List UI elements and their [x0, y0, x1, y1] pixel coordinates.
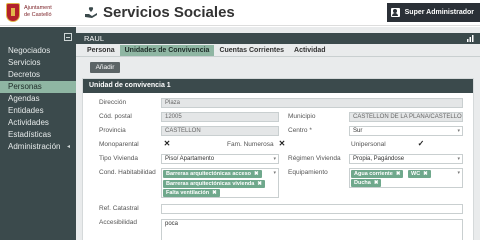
municipio-label: Municipio	[288, 113, 316, 120]
chip-wc[interactable]: WC ✖	[408, 170, 431, 178]
chevron-down-icon: ▾	[457, 128, 460, 134]
chevron-down-icon: ▾	[273, 170, 276, 176]
add-button[interactable]: Añadir	[90, 62, 120, 73]
sidebar-item-servicios[interactable]: Servicios	[0, 57, 76, 69]
close-icon[interactable]: ✖	[396, 171, 401, 177]
tab-unidades-convivencia[interactable]: Unidades de Convivencia	[119, 45, 215, 56]
tab-divider	[76, 56, 480, 57]
chip-barreras-acceso[interactable]: Barreras arquitectónicas acceso ✖	[163, 170, 262, 178]
cod-postal-label: Cód. postal	[99, 113, 132, 120]
close-icon[interactable]: ✖	[254, 171, 259, 177]
cond-habitabilidad-label: Cond. Habitabilidad	[99, 169, 156, 176]
close-icon[interactable]: ✖	[257, 181, 262, 187]
chip-barreras-vivienda[interactable]: Barreras arquitectónicas vivienda ✖	[163, 180, 265, 188]
sidebar-nav: Negociados Servicios Decretos Personas A…	[0, 45, 76, 153]
logo-text: Ajuntament de Castelló	[24, 5, 52, 19]
unipersonal-checkbox[interactable]: ✓	[417, 140, 425, 148]
municipio-field[interactable]: CASTELLON DE LA PLANA/CASTELLO DE LA P	[349, 112, 463, 122]
household-unit-panel: Unidad de convivencia 1 Dirección Plaza …	[82, 78, 474, 240]
centro-label: Centro *	[288, 127, 312, 134]
equipamiento-label: Equipamiento	[288, 169, 328, 176]
tab-persona[interactable]: Persona	[82, 45, 120, 56]
chip-label: Barreras arquitectónicas vivienda	[166, 181, 255, 187]
sidebar-item-entidades[interactable]: Entidades	[0, 105, 76, 117]
tab-bar: Persona Unidades de Convivencia Cuentas …	[82, 45, 331, 56]
app-header: Ajuntament de Castelló Servicios Sociale…	[0, 0, 480, 26]
user-menu[interactable]: Super Administrador	[386, 3, 480, 22]
cod-postal-field[interactable]: 12005	[161, 112, 279, 122]
chevron-down-icon: ▾	[457, 170, 460, 176]
user-label: Super Administrador	[404, 9, 474, 16]
unipersonal-label: Unipersonal	[351, 141, 386, 148]
chip-label: WC	[411, 171, 421, 177]
sidebar-item-personas[interactable]: Personas	[0, 81, 76, 93]
chip-label: Barreras arquitectónicas acceso	[166, 171, 251, 177]
provincia-field[interactable]: CASTELLON	[161, 126, 279, 136]
sidebar-item-label: Administración	[8, 142, 61, 151]
panel-title: Unidad de convivencia 1	[83, 79, 473, 93]
app-title: Servicios Sociales	[103, 4, 235, 21]
tab-actividad[interactable]: Actividad	[289, 45, 331, 56]
accesibilidad-label: Accesibilidad	[99, 219, 137, 226]
chevron-down-icon: ▾	[273, 156, 276, 162]
fam-numerosa-checkbox[interactable]: ✕	[278, 140, 286, 148]
chart-icon[interactable]	[467, 35, 474, 42]
person-name-bar: RAUL	[76, 33, 480, 44]
sidebar-item-actividades[interactable]: Actividades	[0, 117, 76, 129]
main-content: RAUL Persona Unidades de Convivencia Cue…	[76, 27, 480, 240]
sidebar-item-negociados[interactable]: Negociados	[0, 45, 76, 57]
monoparental-label: Monoparental	[99, 141, 139, 148]
logo-text-line1: Ajuntament	[24, 5, 52, 11]
collapse-sidebar-icon[interactable]	[64, 33, 72, 41]
fam-numerosa-label: Fam. Numerosa	[227, 141, 274, 148]
direccion-field[interactable]: Plaza	[161, 98, 463, 108]
chevron-down-icon: ▾	[457, 156, 460, 162]
chip-ducha[interactable]: Ducha ✖	[351, 179, 382, 187]
accesibilidad-textarea[interactable]: poca	[161, 219, 463, 240]
monoparental-checkbox[interactable]: ✕	[163, 140, 171, 148]
coat-of-arms-icon	[6, 3, 20, 22]
person-name: RAUL	[84, 34, 105, 43]
close-icon[interactable]: ✖	[423, 171, 428, 177]
close-icon[interactable]: ✖	[374, 180, 379, 186]
chip-agua-corriente[interactable]: Agua corriente ✖	[351, 170, 404, 178]
sidebar-item-agendas[interactable]: Agendas	[0, 93, 76, 105]
regimen-vivienda-label: Régimen Vivienda	[288, 155, 341, 162]
direccion-label: Dirección	[99, 99, 127, 106]
sidebar-item-estadisticas[interactable]: Estadísticas	[0, 129, 76, 141]
chip-label: Agua corriente	[354, 171, 393, 177]
centro-value: Sur	[353, 128, 363, 134]
tipo-vivienda-value: Piso/ Apartamento	[165, 156, 215, 162]
city-logo[interactable]: Ajuntament de Castelló	[6, 3, 78, 23]
chip-falta-ventilacion[interactable]: Falta ventilación ✖	[163, 189, 220, 197]
chip-label: Ducha	[354, 180, 371, 186]
sidebar-item-decretos[interactable]: Decretos	[0, 69, 76, 81]
ref-catastral-label: Ref. Catastral	[99, 205, 139, 212]
sidebar-item-administracion[interactable]: Administración ◂	[0, 141, 76, 153]
caret-left-icon: ◂	[66, 144, 70, 150]
centro-select[interactable]: Sur ▾	[349, 126, 463, 136]
logo-text-line2: de Castelló	[24, 12, 52, 18]
close-icon[interactable]: ✖	[212, 190, 217, 196]
ref-catastral-field[interactable]	[161, 204, 463, 214]
tipo-vivienda-select[interactable]: Piso/ Apartamento ▾	[161, 154, 279, 164]
regimen-vivienda-select[interactable]: Propia, Pagándose ▾	[349, 154, 463, 164]
tab-cuentas-corrientes[interactable]: Cuentas Corrientes	[214, 45, 289, 56]
chip-label: Falta ventilación	[166, 190, 210, 196]
sidebar: Negociados Servicios Decretos Personas A…	[0, 27, 76, 240]
user-icon	[390, 8, 400, 17]
hand-heart-icon	[85, 7, 97, 18]
regimen-vivienda-value: Propia, Pagándose	[353, 156, 405, 162]
provincia-label: Provincia	[99, 127, 126, 134]
tipo-vivienda-label: Tipo Vivienda	[99, 155, 139, 162]
